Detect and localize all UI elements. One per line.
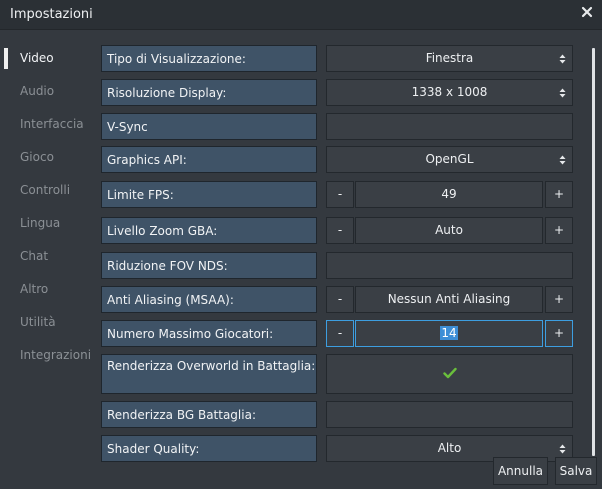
setting-row-overworld-battle: Renderizza Overworld in Battaglia: — [101, 354, 573, 394]
gba-zoom-value-field[interactable]: Auto — [355, 217, 543, 244]
graphics-api-select[interactable]: OpenGL — [326, 146, 573, 173]
setting-label: Shader Quality: — [101, 435, 317, 462]
resolution-select[interactable]: 1338 x 1008 — [326, 79, 573, 106]
fps-decrement-button[interactable]: - — [326, 181, 354, 208]
setting-label: Limite FPS: — [101, 181, 317, 208]
setting-row-battle-bg: Renderizza BG Battaglia: — [101, 401, 573, 428]
select-value: Finestra — [425, 51, 474, 65]
vsync-checkbox[interactable] — [326, 113, 573, 140]
sidebar-item-interfaccia[interactable]: Interfaccia — [20, 114, 84, 134]
setting-label: Graphics API: — [101, 146, 317, 173]
sidebar-item-gioco[interactable]: Gioco — [20, 147, 54, 167]
sidebar-item-controlli[interactable]: Controlli — [20, 180, 70, 200]
setting-row-max-players: Numero Massimo Giocatori: - 14 + — [101, 320, 573, 347]
setting-label: Anti Aliasing (MSAA): — [101, 286, 317, 313]
setting-row-display-type: Tipo di Visualizzazione: Finestra — [101, 45, 573, 72]
selected-text: 14 — [440, 326, 458, 340]
aa-decrement-button[interactable]: - — [326, 286, 354, 313]
fps-value-field[interactable]: 49 — [355, 181, 543, 208]
sidebar-item-altro[interactable]: Altro — [20, 279, 48, 299]
setting-row-anti-aliasing: Anti Aliasing (MSAA): - Nessun Anti Alia… — [101, 286, 573, 313]
active-marker — [4, 48, 8, 69]
setting-label: Numero Massimo Giocatori: — [101, 320, 317, 347]
setting-row-gba-zoom: Livello Zoom GBA: - Auto + — [101, 217, 573, 244]
aa-increment-button[interactable]: + — [545, 286, 573, 313]
setting-label: Tipo di Visualizzazione: — [101, 45, 317, 72]
close-icon[interactable] — [580, 5, 594, 19]
cancel-button[interactable]: Annulla — [493, 457, 548, 485]
setting-row-vsync: V-Sync — [101, 113, 573, 140]
sidebar-item-integrazioni[interactable]: Integrazioni — [20, 345, 91, 365]
setting-label: Renderizza BG Battaglia: — [101, 401, 317, 428]
setting-label: Livello Zoom GBA: — [101, 217, 317, 244]
check-icon — [442, 356, 457, 394]
updown-arrow-icon — [559, 80, 566, 105]
title-bar: Impostazioni — [0, 0, 602, 30]
gba-zoom-increment-button[interactable]: + — [545, 217, 573, 244]
updown-arrow-icon — [559, 46, 566, 71]
gba-zoom-decrement-button[interactable]: - — [326, 217, 354, 244]
select-value: Alto — [437, 441, 462, 455]
setting-label: Renderizza Overworld in Battaglia: — [101, 354, 317, 394]
sidebar-item-chat[interactable]: Chat — [20, 246, 48, 266]
select-value: OpenGL — [425, 152, 474, 166]
battle-bg-checkbox[interactable] — [326, 401, 573, 428]
sidebar-item-audio[interactable]: Audio — [20, 81, 54, 101]
max-players-value-field[interactable]: 14 — [355, 320, 543, 347]
aa-value-field[interactable]: Nessun Anti Aliasing — [355, 286, 543, 313]
setting-row-nds-fov: Riduzione FOV NDS: — [101, 252, 573, 279]
setting-label: Riduzione FOV NDS: — [101, 252, 317, 279]
scrollbar[interactable] — [592, 48, 595, 456]
setting-label: Risoluzione Display: — [101, 79, 317, 106]
max-players-decrement-button[interactable]: - — [326, 320, 354, 347]
setting-label: V-Sync — [101, 113, 317, 140]
sidebar-item-video[interactable]: Video — [20, 48, 54, 68]
sidebar-item-lingua[interactable]: Lingua — [20, 213, 60, 233]
display-type-select[interactable]: Finestra — [326, 45, 573, 72]
setting-row-fps-limit: Limite FPS: - 49 + — [101, 181, 573, 208]
save-button[interactable]: Salva — [555, 457, 597, 485]
fps-increment-button[interactable]: + — [545, 181, 573, 208]
overworld-battle-checkbox[interactable] — [326, 354, 573, 394]
select-value: 1338 x 1008 — [411, 85, 488, 99]
sidebar-item-utilita[interactable]: Utilità — [20, 312, 56, 332]
window-title: Impostazioni — [10, 7, 93, 22]
setting-row-graphics-api: Graphics API: OpenGL — [101, 146, 573, 173]
setting-row-resolution: Risoluzione Display: 1338 x 1008 — [101, 79, 573, 106]
updown-arrow-icon — [559, 147, 566, 172]
nds-fov-checkbox[interactable] — [326, 252, 573, 279]
max-players-increment-button[interactable]: + — [545, 320, 573, 347]
